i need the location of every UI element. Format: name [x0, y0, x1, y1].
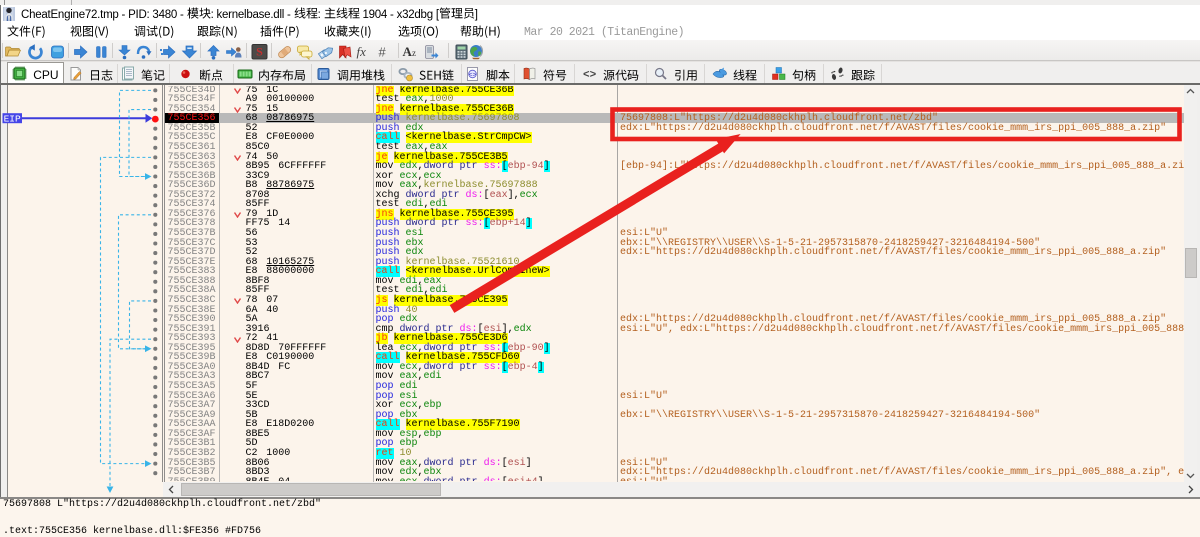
svg-text:EIP: EIP	[4, 113, 21, 124]
